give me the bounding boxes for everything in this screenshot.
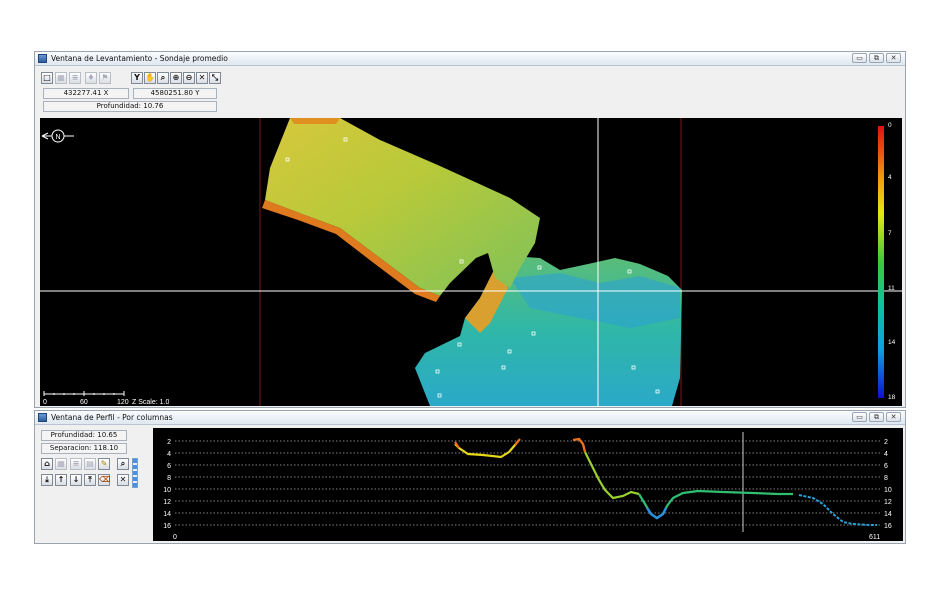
colorbar-tick: 4	[888, 174, 892, 181]
scale-tick-120: 120	[117, 399, 129, 406]
left-tick: 10	[163, 487, 171, 494]
survey-titlebar[interactable]: Ventana de Levantamiento - Sondaje prome…	[35, 52, 905, 66]
grid-button[interactable]: ▦	[55, 72, 67, 84]
profile-segment-3	[798, 494, 877, 526]
right-tick: 8	[884, 475, 888, 482]
colorbar-tick: 11	[888, 285, 895, 292]
zoom-out-icon[interactable]: ⊖	[183, 72, 195, 84]
left-tick: 2	[167, 439, 171, 446]
profile-trough-blue	[646, 507, 668, 520]
profile-segment-2	[584, 451, 640, 500]
move-bottom-icon[interactable]: ⤓	[41, 474, 53, 486]
colorbar-tick: 0	[888, 122, 892, 129]
scale-bar	[43, 391, 125, 396]
right-tick: 4	[884, 451, 888, 458]
right-tick: 16	[884, 523, 892, 530]
zoom-window-icon[interactable]: ⌕	[157, 72, 169, 84]
diagonal-arrow-icon[interactable]: ⤡	[209, 72, 221, 84]
zoom-extents-icon[interactable]: ✕	[196, 72, 208, 84]
marker-icon[interactable]: ✎	[98, 458, 110, 470]
right-tick: 14	[884, 511, 892, 518]
minimize-button[interactable]: ▭	[852, 412, 867, 422]
zoom-in-icon[interactable]: ⊕	[170, 72, 182, 84]
bathymetry-map[interactable]: N 0 60 120 Z Scale: 1.0 0 4 7 11 14 18	[40, 118, 902, 406]
home-icon[interactable]: ⌂	[41, 458, 53, 470]
zoom-window-icon[interactable]: ⌕	[117, 458, 129, 470]
colorbar-tick: 18	[888, 394, 896, 401]
scale-tick-0: 0	[43, 399, 47, 406]
close-button[interactable]: ✕	[886, 53, 901, 63]
colorbar-tick: 14	[888, 339, 896, 346]
profile-window-title: Ventana de Perfil - Por columnas	[51, 413, 173, 422]
left-tick: 6	[167, 463, 171, 470]
profile-plot[interactable]: 2 4 6 8 10 12 14 16 2 4 6 8 10 12 14 16 …	[153, 428, 903, 541]
list-button[interactable]: ≡	[70, 458, 82, 470]
survey-window-title: Ventana de Levantamiento - Sondaje prome…	[51, 54, 228, 63]
eraser-icon[interactable]: ⌫	[98, 474, 110, 486]
profile-separation-field: Separacion: 118.10	[41, 443, 127, 454]
left-tick: 14	[163, 511, 171, 518]
coord-y-field: 4580251.80 Y	[133, 88, 217, 99]
right-tick: 12	[884, 499, 892, 506]
restore-button[interactable]: ⧉	[869, 412, 884, 422]
move-up-icon[interactable]: ↑	[55, 474, 67, 486]
left-tick: 16	[163, 523, 171, 530]
filter-icon[interactable]: Y	[131, 72, 143, 84]
depth-colorbar	[878, 126, 884, 398]
profile-depth-field: Profundidad: 10.65	[41, 430, 127, 441]
profile-scrollbar[interactable]	[132, 458, 138, 488]
north-label: N	[55, 134, 60, 141]
coord-x-field: 432277.41 X	[43, 88, 129, 99]
x-axis-start: 0	[173, 534, 177, 541]
right-tick: 10	[884, 487, 892, 494]
restore-button[interactable]: ⧉	[869, 53, 884, 63]
scale-tick-60: 60	[80, 399, 88, 406]
channel-area	[265, 118, 540, 296]
survey-map[interactable]: N 0 60 120 Z Scale: 1.0 0 4 7 11 14 18	[40, 118, 902, 406]
move-down-icon[interactable]: ↓	[70, 474, 82, 486]
z-scale-label: Z Scale: 1.0	[132, 399, 169, 406]
minimize-button[interactable]: ▭	[852, 53, 867, 63]
profile-chart[interactable]: 2 4 6 8 10 12 14 16 2 4 6 8 10 12 14 16 …	[153, 428, 903, 541]
app-icon	[38, 413, 47, 422]
close-button[interactable]: ✕	[886, 412, 901, 422]
profile-segment-1-ends	[454, 438, 521, 449]
channel-top-orange	[290, 118, 340, 124]
colorbar-tick: 7	[888, 230, 892, 237]
left-tick: 4	[167, 451, 171, 458]
flag-button[interactable]: ⚑	[99, 72, 111, 84]
move-top-icon[interactable]: ⤒	[84, 474, 96, 486]
pin-button[interactable]: ♦	[85, 72, 97, 84]
left-tick: 8	[167, 475, 171, 482]
left-tick: 12	[163, 499, 171, 506]
grid-button[interactable]: ▦	[55, 458, 67, 470]
right-tick: 6	[884, 463, 888, 470]
new-point-button[interactable]: □	[41, 72, 53, 84]
profile-segment-1	[454, 439, 520, 459]
profile-titlebar[interactable]: Ventana de Perfil - Por columnas ▭ ⧉ ✕	[35, 411, 905, 425]
pan-hand-icon[interactable]: ✋	[144, 72, 156, 84]
x-axis-end: 611	[869, 534, 880, 541]
depth-field: Profundidad: 10.76	[43, 101, 217, 112]
list-button[interactable]: ≡	[69, 72, 81, 84]
app-icon	[38, 54, 47, 63]
zoom-extents-icon[interactable]: ✕	[117, 474, 129, 486]
right-tick: 2	[884, 439, 888, 446]
table-button[interactable]: ▤	[84, 458, 96, 470]
